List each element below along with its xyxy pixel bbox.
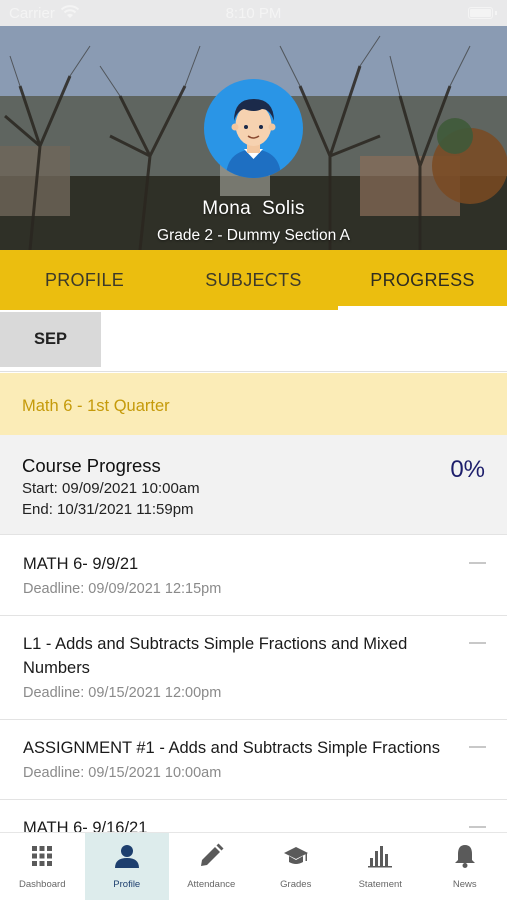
course-end-date: End: 10/31/2021 11:59pm xyxy=(22,501,194,518)
nav-label: Dashboard xyxy=(19,879,66,890)
activity-title: ASSIGNMENT #1 - Adds and Subtracts Simpl… xyxy=(23,739,440,757)
grid-icon xyxy=(32,846,53,866)
nav-statement[interactable]: Statement xyxy=(338,833,423,900)
nav-label: Attendance xyxy=(187,879,236,890)
list-item[interactable]: MATH 6- 9/16/21 xyxy=(0,800,507,832)
course-start-date: Start: 09/09/2021 10:00am xyxy=(22,480,200,497)
nav-dashboard[interactable]: Dashboard xyxy=(0,833,85,900)
student-section: Grade 2 - Dummy Section A xyxy=(157,227,350,244)
student-name: Mona Solis xyxy=(202,198,305,219)
nav-label: News xyxy=(452,879,477,890)
student-avatar xyxy=(204,79,303,178)
person-icon xyxy=(114,845,139,868)
status-dash-icon xyxy=(469,642,486,644)
status-dash-icon xyxy=(469,746,486,748)
month-filter-bar: SEP xyxy=(0,310,507,372)
subject-header: Math 6 - 1st Quarter xyxy=(0,373,507,435)
activity-title: MATH 6- 9/9/21 xyxy=(23,555,139,573)
activity-list[interactable]: MATH 6- 9/9/21 Deadline: 09/09/2021 12:1… xyxy=(0,536,507,832)
list-item[interactable]: ASSIGNMENT #1 - Adds and Subtracts Simpl… xyxy=(0,720,507,800)
month-chip-sep[interactable]: SEP xyxy=(0,312,101,367)
course-progress-title: Course Progress xyxy=(22,455,161,476)
activity-deadline: Deadline: 09/09/2021 12:15pm xyxy=(23,581,222,597)
list-item[interactable]: L1 - Adds and Subtracts Simple Fractions… xyxy=(0,616,507,720)
tab-profile[interactable]: PROFILE xyxy=(0,250,169,310)
activity-title: MATH 6- 9/16/21 xyxy=(23,819,148,832)
profile-tabs: PROFILE SUBJECTS PROGRESS xyxy=(0,250,507,310)
tab-progress[interactable]: PROGRESS xyxy=(338,250,507,310)
nav-label: Profile xyxy=(113,879,141,890)
nav-label: Statement xyxy=(358,879,402,890)
list-item[interactable]: MATH 6- 9/9/21 Deadline: 09/09/2021 12:1… xyxy=(0,536,507,616)
graduation-cap-icon xyxy=(283,847,308,864)
clock: 8:10 PM xyxy=(225,5,282,22)
nav-grades[interactable]: Grades xyxy=(254,833,339,900)
activity-title: L1 - Adds and Subtracts Simple Fractions… xyxy=(23,635,408,677)
nav-profile[interactable]: Profile xyxy=(84,833,169,900)
bottom-nav: Dashboard Profile Attendance Grades Stat… xyxy=(0,832,507,900)
activity-deadline: Deadline: 09/15/2021 12:00pm xyxy=(23,685,222,701)
nav-attendance[interactable]: Attendance xyxy=(169,833,254,900)
pencil-icon xyxy=(201,843,224,866)
nav-news[interactable]: News xyxy=(423,833,507,900)
status-dash-icon xyxy=(469,562,486,564)
bell-icon xyxy=(454,845,475,868)
status-dash-icon xyxy=(469,826,486,828)
nav-label: Grades xyxy=(280,879,312,890)
tab-subjects[interactable]: SUBJECTS xyxy=(169,250,338,310)
course-progress-percent: 0% xyxy=(450,456,485,483)
course-progress-card: Course Progress Start: 09/09/2021 10:00a… xyxy=(0,435,507,535)
activity-deadline: Deadline: 09/15/2021 10:00am xyxy=(23,765,222,781)
profile-header: Mona Solis Grade 2 - Dummy Section A xyxy=(0,26,507,250)
status-bar: Carrier 8:10 PM xyxy=(0,0,507,26)
battery-icon xyxy=(468,7,493,19)
bar-chart-icon xyxy=(368,846,393,868)
